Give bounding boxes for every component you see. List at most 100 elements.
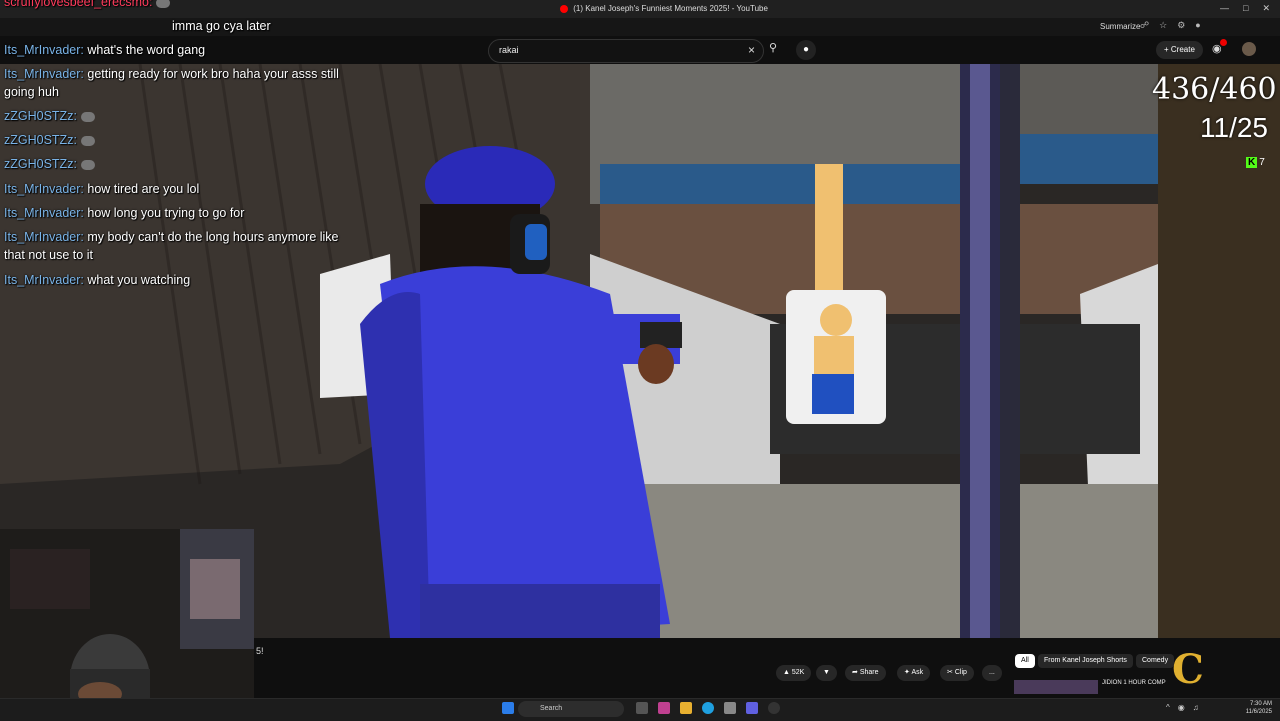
chat-username: Its_MrInvader: <box>4 206 84 220</box>
dislike-icon: ▼ <box>823 669 830 676</box>
microphone-icon[interactable]: ● <box>796 40 816 60</box>
chat-text: going huh <box>4 85 59 99</box>
clip-button[interactable]: ✂ Clip <box>940 665 974 681</box>
video-side-panel <box>1158 64 1280 638</box>
dislike-button[interactable]: ▼ <box>816 665 837 681</box>
notification-badge <box>1220 39 1227 46</box>
streamer-webcam <box>0 529 254 720</box>
ask-button[interactable]: ✦ Ask <box>897 665 931 681</box>
partial-overlay-text: 5! <box>256 646 264 656</box>
start-icon[interactable] <box>502 702 514 714</box>
chat-text: getting ready for work bro haha your ass… <box>87 67 339 81</box>
chat-text: what you watching <box>87 273 191 287</box>
chip-from-channel[interactable]: From Kanel Joseph Shorts <box>1038 654 1133 668</box>
clear-search-icon[interactable]: × <box>748 43 755 57</box>
search-box[interactable]: rakai × <box>488 39 764 63</box>
volume-icon[interactable]: ♫ <box>1193 703 1199 712</box>
chat-emote-icon <box>80 135 95 146</box>
scissors-icon: ✂ <box>947 669 953 676</box>
chat-emote-icon <box>156 0 171 8</box>
search-input[interactable]: rakai <box>499 45 519 55</box>
browser-toolbar-icons: ☍ ☆ ⚙ ● <box>1140 20 1201 31</box>
search-icon[interactable]: ⚲ <box>764 41 782 59</box>
chat-text: my body can't do the long hours anymore … <box>87 230 339 244</box>
browser-titlebar: (1) Kanel Joseph's Funniest Moments 2025… <box>0 0 1280 18</box>
chat-username: zZGH0STZz: <box>4 133 77 147</box>
chat-message: going huh <box>4 84 59 101</box>
chat-message: zZGH0STZz: <box>4 132 95 149</box>
chat-username: zZGH0STZz: <box>4 109 77 123</box>
close-icon[interactable]: ✕ <box>1262 3 1270 14</box>
share-label: Share <box>859 669 879 676</box>
profile-icon[interactable]: ● <box>1195 20 1200 31</box>
summarize-button[interactable]: Summarize <box>1100 22 1140 31</box>
taskbar-search[interactable]: Search <box>518 701 624 717</box>
edge-browser-icon[interactable] <box>702 702 714 714</box>
chat-message: imma go cya later <box>172 18 271 35</box>
sparkle-icon: ✦ <box>904 669 910 676</box>
app-icon[interactable] <box>658 702 670 714</box>
more-actions-button[interactable]: ... <box>982 665 1002 681</box>
chat-username: Its_MrInvader: <box>4 182 84 196</box>
chat-message: Its_MrInvader: how long you trying to go… <box>4 205 244 222</box>
browser-tab[interactable]: (1) Kanel Joseph's Funniest Moments 2025… <box>560 4 768 13</box>
network-icon[interactable]: ◉ <box>1178 703 1185 712</box>
chevron-up-icon[interactable]: ^ <box>1166 703 1170 712</box>
clip-label: Clip <box>954 669 967 676</box>
like-button[interactable]: ▲ 52K <box>776 665 812 681</box>
create-button[interactable]: + Create <box>1156 41 1203 59</box>
file-explorer-icon[interactable] <box>680 702 692 714</box>
chat-message: Its_MrInvader: getting ready for work br… <box>4 66 339 83</box>
like-count: 52K <box>791 669 805 676</box>
chat-message: scruffylovesbeef_erecsmo: <box>4 0 171 11</box>
recommended-thumbnail[interactable] <box>1014 680 1098 694</box>
clock-time: 7:30 AM <box>1249 701 1272 707</box>
system-tray: ^ ◉ ♫ <box>1166 703 1199 712</box>
kick-icon: K <box>1246 157 1258 168</box>
chat-username: Its_MrInvader: <box>4 230 84 244</box>
chat-emote-icon <box>80 111 95 122</box>
channel-logo-overlay: C <box>1172 646 1204 693</box>
minimize-icon[interactable]: — <box>1220 3 1229 14</box>
reader-icon[interactable]: ☍ <box>1140 20 1149 31</box>
maximize-icon[interactable]: □ <box>1243 3 1248 14</box>
obs-icon[interactable] <box>768 702 780 714</box>
recommended-title[interactable]: JIDION 1 HOUR COMP <box>1102 680 1166 687</box>
chat-message: zZGH0STZz: <box>4 108 95 125</box>
tab-title: (1) Kanel Joseph's Funniest Moments 2025… <box>573 4 768 13</box>
chip-all[interactable]: All <box>1015 654 1035 668</box>
kick-viewer-badge: K7 <box>1246 157 1265 168</box>
app-icon[interactable] <box>724 702 736 714</box>
chip-comedy[interactable]: Comedy <box>1136 654 1175 668</box>
chat-message: Its_MrInvader: my body can't do the long… <box>4 229 339 246</box>
chat-text: how long you trying to go for <box>87 206 245 220</box>
counter-sub: 11/25 <box>1200 112 1268 143</box>
chat-username: Its_MrInvader: <box>4 67 84 81</box>
share-icon: ➦ <box>852 669 858 676</box>
clock-date: 11/6/2025 <box>1245 709 1272 715</box>
chat-username: Its_MrInvader: <box>4 273 84 287</box>
account-avatar[interactable] <box>1242 42 1256 56</box>
chat-text: imma go cya later <box>172 19 271 33</box>
chat-text: what's the word gang <box>87 43 206 57</box>
youtube-icon <box>560 4 568 13</box>
counter-main: 436/460 <box>1152 72 1277 107</box>
share-button[interactable]: ➦ Share <box>845 665 886 681</box>
chat-message: Its_MrInvader: what you watching <box>4 272 190 289</box>
ask-label: Ask <box>911 669 924 676</box>
favorite-icon[interactable]: ☆ <box>1159 20 1167 31</box>
webcam-frame <box>0 529 254 720</box>
window-controls: — □ ✕ <box>1220 3 1270 14</box>
chat-username: Its_MrInvader: <box>4 43 84 57</box>
extensions-icon[interactable]: ⚙ <box>1177 20 1185 31</box>
chat-message: Its_MrInvader: how tired are you lol <box>4 181 199 198</box>
task-view-icon[interactable] <box>636 702 648 714</box>
video-actions-bar <box>254 638 1280 698</box>
discord-icon[interactable] <box>746 702 758 714</box>
chat-text: that not use to it <box>4 248 93 262</box>
chat-message: that not use to it <box>4 247 93 264</box>
chat-emote-icon <box>80 159 95 170</box>
taskbar-clock[interactable]: 7:30 AM 11/6/2025 <box>1240 700 1272 716</box>
chat-username: zZGH0STZz: <box>4 157 77 171</box>
chat-message: Its_MrInvader: what's the word gang <box>4 42 205 59</box>
